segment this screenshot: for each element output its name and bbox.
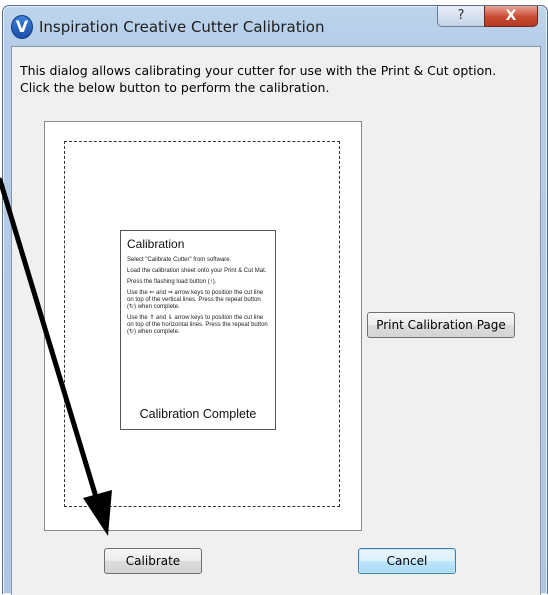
inspiration-app-icon: V xyxy=(11,15,33,39)
card-step-3: Press the flashing load button (↑). xyxy=(127,279,217,285)
calibration-instruction-card: Calibration Select "Calibrate Cutter" fr… xyxy=(120,230,276,430)
window-title: Inspiration Creative Cutter Calibration xyxy=(39,18,325,36)
description-line-2: Click the below button to perform the ca… xyxy=(20,80,330,95)
card-step-1: Select "Calibrate Cutter" from software. xyxy=(127,257,232,263)
app-icon-letter: V xyxy=(15,17,29,36)
card-footer: Calibration Complete xyxy=(139,407,257,421)
card-step-4: Use the ⇐ and ⇒ arrow keys to position t… xyxy=(127,290,264,310)
title-bar[interactable]: V Inspiration Creative Cutter Calibratio… xyxy=(3,6,547,46)
help-button[interactable]: ? xyxy=(437,6,485,27)
print-calibration-page-button[interactable]: Print Calibration Page xyxy=(367,312,515,338)
card-title: Calibration xyxy=(127,237,185,251)
card-step-2: Load the calibration sheet onto your Pri… xyxy=(127,268,267,274)
calibrate-button[interactable]: Calibrate xyxy=(104,548,202,574)
description-line-1: This dialog allows calibrating your cutt… xyxy=(20,63,497,78)
card-step-5: Use the ⇑ and ⇓ arrow keys to position t… xyxy=(127,315,268,335)
close-button[interactable]: X xyxy=(484,6,538,27)
dialog-description: This dialog allows calibrating your cutt… xyxy=(20,62,530,96)
cancel-button[interactable]: Cancel xyxy=(358,548,456,574)
